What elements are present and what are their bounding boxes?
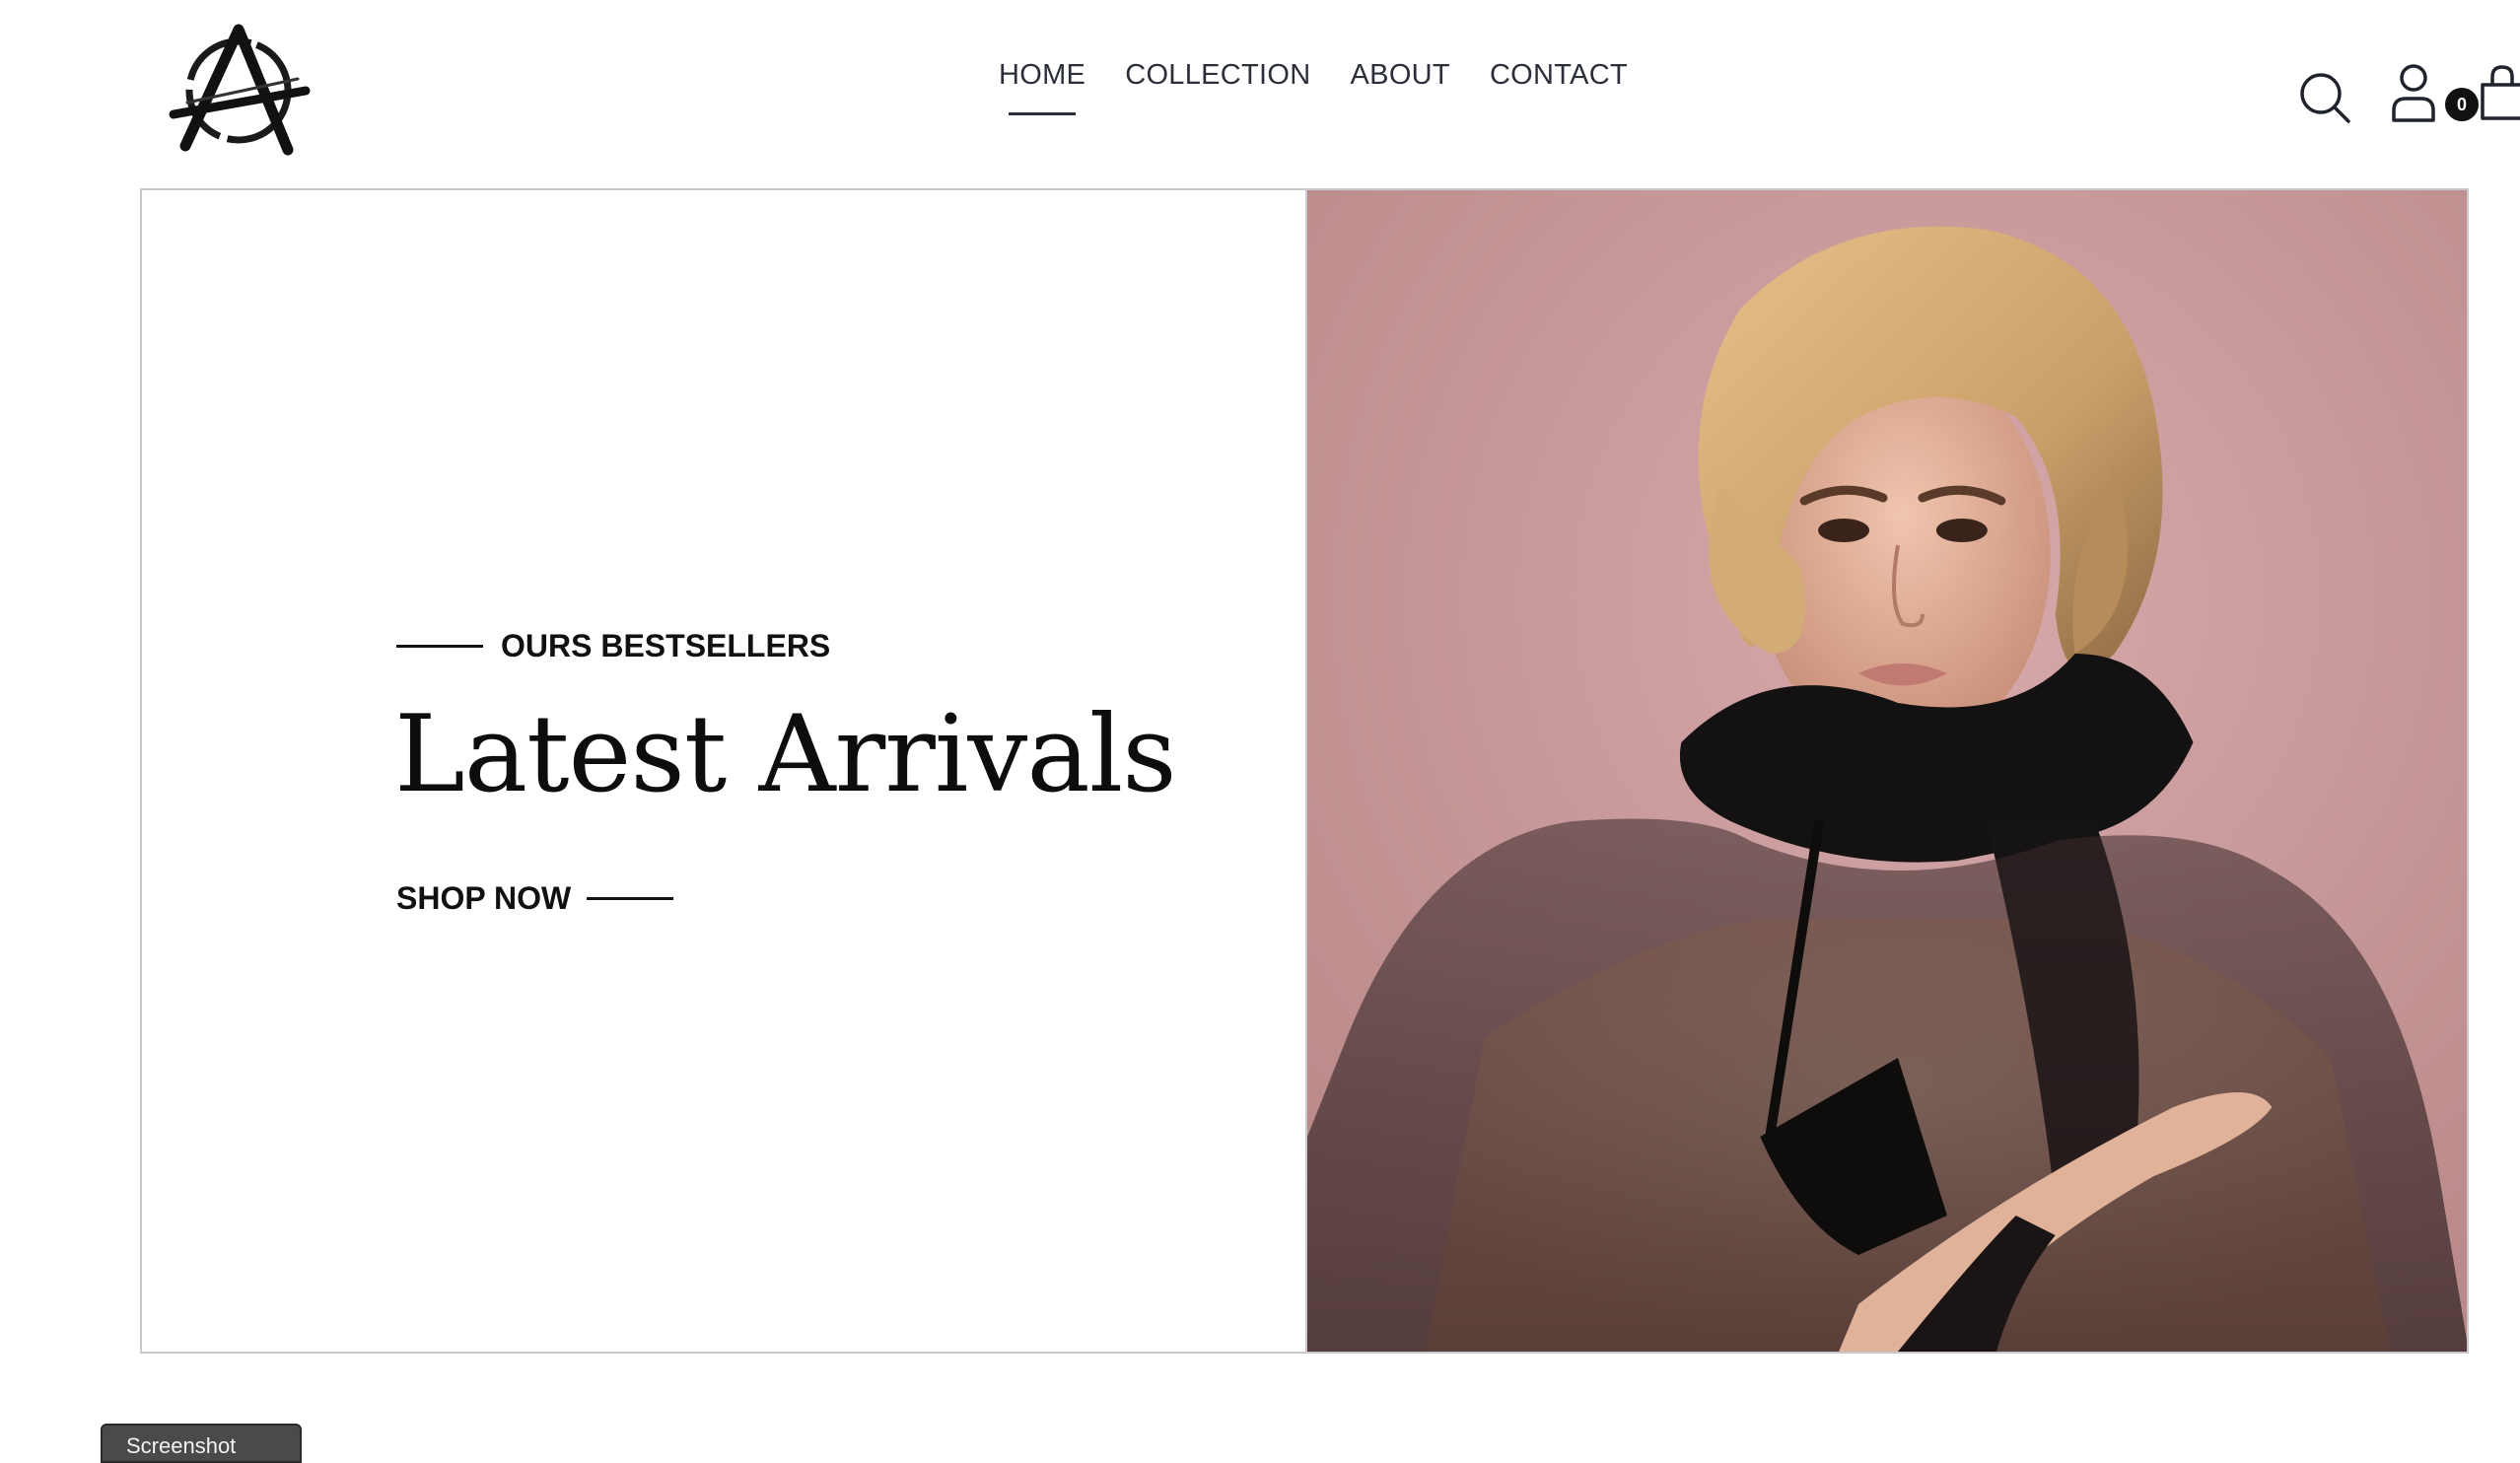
- site-header: HOME COLLECTION ABOUT CONTACT 0: [0, 0, 2520, 187]
- shop-now-label: SHOP NOW: [396, 880, 572, 916]
- nav-collection[interactable]: COLLECTION: [1125, 59, 1310, 115]
- search-icon[interactable]: [2297, 67, 2352, 128]
- eyebrow-rule: [396, 645, 483, 648]
- hero-text-panel: OURS BESTSELLERS Latest Arrivals SHOP NO…: [142, 190, 1305, 1352]
- anarchy-a-logo-icon[interactable]: [168, 20, 315, 158]
- shop-now-button[interactable]: SHOP NOW: [396, 880, 674, 917]
- cart-count-badge: 0: [2445, 88, 2479, 121]
- screenshot-tab[interactable]: Screenshot: [101, 1424, 302, 1463]
- main-nav: HOME COLLECTION ABOUT CONTACT: [999, 59, 1667, 115]
- shop-now-rule: [587, 897, 674, 900]
- hero-eyebrow: OURS BESTSELLERS: [396, 628, 830, 664]
- nav-contact[interactable]: CONTACT: [1490, 59, 1628, 115]
- nav-about[interactable]: ABOUT: [1351, 59, 1450, 115]
- hero-title: Latest Arrivals: [394, 693, 1177, 816]
- eyebrow-label: OURS BESTSELLERS: [501, 628, 831, 663]
- model-photo: [1305, 190, 2467, 1352]
- hero-banner: OURS BESTSELLERS Latest Arrivals SHOP NO…: [140, 188, 2469, 1354]
- nav-home[interactable]: HOME: [999, 59, 1085, 115]
